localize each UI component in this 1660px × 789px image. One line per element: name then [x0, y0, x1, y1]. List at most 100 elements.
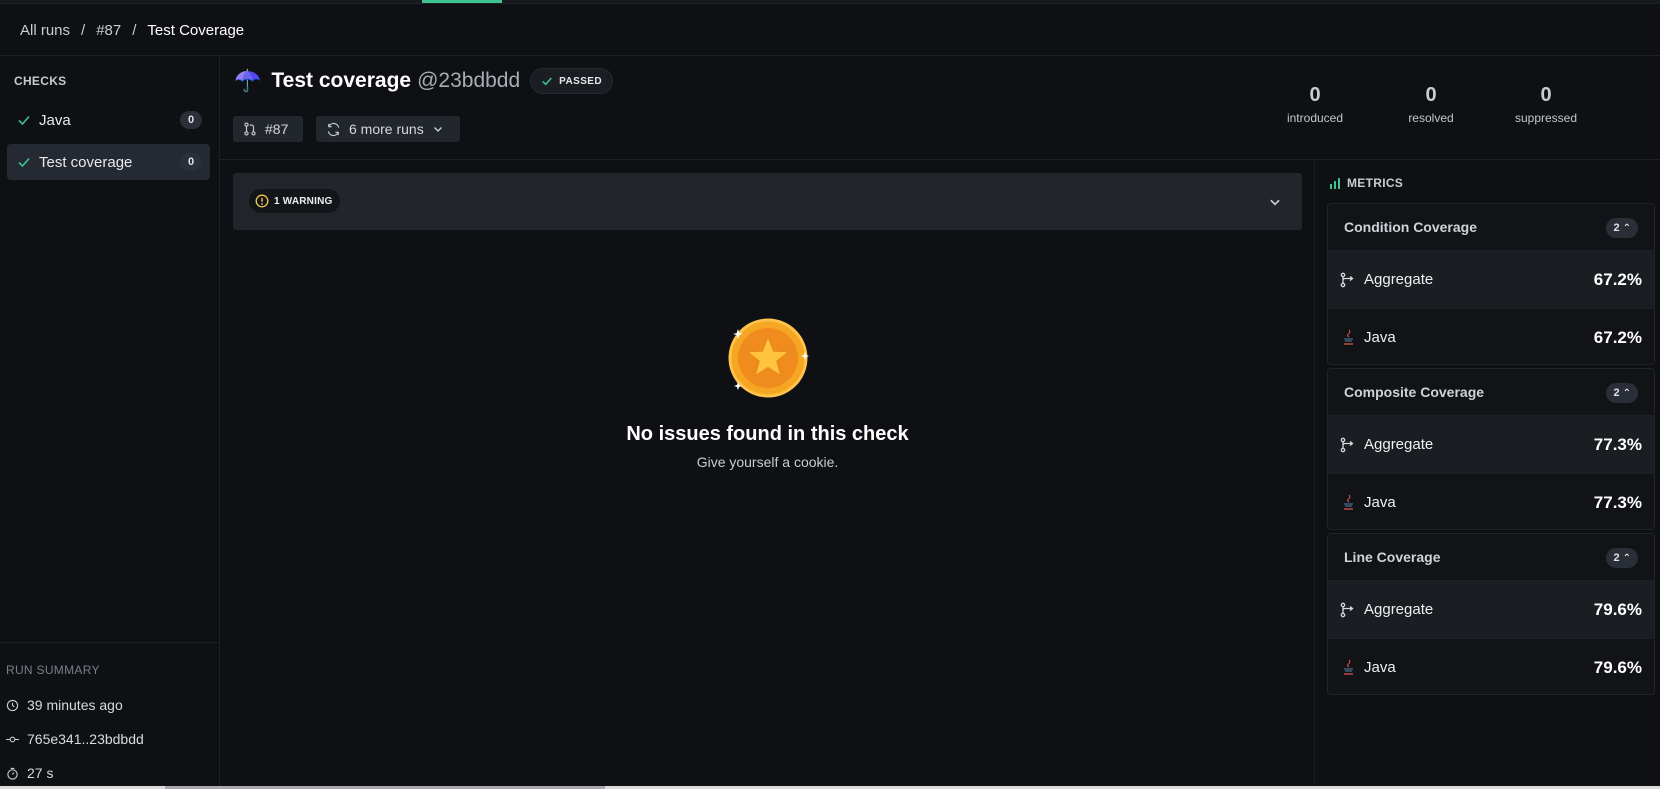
chevron-up-icon: ⌃	[1622, 387, 1631, 399]
stat-value: 0	[1309, 84, 1321, 106]
warning-label: 1 WARNING	[274, 195, 333, 207]
metric-group-name: Condition Coverage	[1344, 219, 1478, 235]
breadcrumb-current: Test Coverage	[147, 21, 245, 39]
stat-suppressed: 0 suppressed	[1491, 84, 1601, 125]
run-summary: RUN SUMMARY 39 minutes ago 765e341..23bd…	[0, 642, 219, 789]
java-logo-icon	[1344, 494, 1353, 510]
metric-group-count[interactable]: 2 ⌃	[1606, 383, 1638, 403]
pull-request-icon	[244, 122, 256, 136]
metric-row-java[interactable]: Java 67.2%	[1328, 308, 1654, 364]
check-count-badge: 0	[180, 153, 202, 171]
refresh-icon	[327, 122, 340, 136]
metric-value: 67.2%	[1593, 327, 1642, 347]
chevron-down-icon	[433, 127, 442, 132]
time-ago-text: 39 minutes ago	[27, 697, 123, 713]
more-runs-dropdown[interactable]: 6 more runs	[316, 116, 460, 142]
run-number: #87	[265, 121, 289, 137]
metric-label: Aggregate	[1364, 271, 1434, 288]
stat-resolved: 0 resolved	[1376, 84, 1486, 125]
stat-label: suppressed	[1514, 111, 1578, 125]
commit-sha[interactable]: @23bdbdd	[417, 69, 520, 93]
active-tab-indicator	[422, 0, 502, 3]
clock-icon	[6, 699, 19, 711]
java-logo-icon	[1344, 659, 1353, 675]
metric-group-count[interactable]: 2 ⌃	[1606, 548, 1638, 568]
branch-merge-icon	[1340, 602, 1354, 617]
check-icon	[18, 157, 30, 168]
check-icon	[18, 115, 30, 126]
metric-group-header[interactable]: Condition Coverage 2 ⌃	[1328, 204, 1654, 250]
metric-count-value: 2	[1613, 222, 1620, 234]
breadcrumb-run[interactable]: #87	[96, 22, 121, 39]
breadcrumb-all-runs[interactable]: All runs	[20, 22, 70, 39]
empty-state-subtext: Give yourself a cookie.	[696, 454, 839, 470]
chevron-up-icon: ⌃	[1622, 222, 1631, 234]
checks-sidebar: CHECKS Java 0 Test coverage 0 RUN SUMMAR…	[0, 56, 220, 786]
metric-group-name: Composite Coverage	[1344, 384, 1485, 400]
breadcrumb: All runs / #87 / Test Coverage	[20, 20, 244, 40]
metric-group-composite-coverage: Composite Coverage 2 ⌃ Aggregate 77.3% Ja…	[1327, 368, 1655, 530]
java-logo-icon	[1344, 329, 1353, 345]
metric-label: Java	[1364, 659, 1396, 676]
commit-icon	[6, 736, 19, 742]
check-label: Java	[39, 111, 71, 129]
run-number-chip[interactable]: #87	[233, 116, 303, 142]
stat-introduced: 0 introduced	[1260, 84, 1370, 125]
metrics-title-text: METRICS	[1347, 176, 1404, 190]
metric-row-aggregate[interactable]: Aggregate 67.2%	[1328, 250, 1654, 308]
metric-label: Aggregate	[1364, 436, 1434, 453]
status-badge: PASSED	[530, 68, 613, 94]
checks-title: CHECKS	[14, 74, 67, 88]
metrics-title: METRICS	[1329, 176, 1403, 190]
umbrella-icon: ☂️	[234, 68, 262, 93]
metric-row-aggregate[interactable]: Aggregate 77.3%	[1328, 415, 1654, 473]
warning-icon	[255, 194, 269, 208]
warnings-accordion[interactable]: 1 WARNING	[233, 173, 1302, 230]
metric-count-value: 2	[1613, 552, 1620, 564]
chevron-down-icon	[1270, 199, 1280, 206]
run-duration: 27 s	[6, 765, 53, 781]
run-commit-range[interactable]: 765e341..23bdbdd	[6, 731, 144, 747]
metric-group-condition-coverage: Condition Coverage 2 ⌃ Aggregate 67.2% Ja…	[1327, 203, 1655, 365]
check-header: ☂️ Test coverage @23bdbdd PASSED #87 6 m…	[220, 56, 1660, 160]
chevron-up-icon: ⌃	[1622, 552, 1631, 564]
metric-group-header[interactable]: Composite Coverage 2 ⌃	[1328, 369, 1654, 415]
metric-group-count[interactable]: 2 ⌃	[1606, 218, 1638, 238]
metric-count-value: 2	[1613, 387, 1620, 399]
check-title-row: ☂️ Test coverage @23bdbdd PASSED	[234, 68, 613, 94]
branch-merge-icon	[1340, 437, 1354, 452]
check-count-badge: 0	[180, 111, 202, 129]
stopwatch-icon	[7, 767, 18, 780]
bar-chart-icon	[1330, 178, 1340, 189]
stat-value: 0	[1540, 84, 1552, 106]
metric-group-name: Line Coverage	[1344, 549, 1441, 565]
empty-state: No issues found in this check Give yours…	[233, 315, 1302, 470]
stat-value: 0	[1425, 84, 1437, 106]
top-progress-line	[0, 0, 1660, 4]
metric-label: Java	[1364, 329, 1396, 346]
commit-range-text: 765e341..23bdbdd	[27, 731, 144, 747]
check-title: Test coverage	[271, 69, 412, 92]
metric-value: 77.3%	[1593, 492, 1642, 512]
breadcrumb-separator: /	[81, 21, 86, 39]
gold-star-coin-icon	[728, 318, 809, 398]
status-text: PASSED	[559, 75, 602, 87]
metric-group-line-coverage: Line Coverage 2 ⌃ Aggregate 79.6% Java 79…	[1327, 533, 1655, 695]
check-item-test-coverage[interactable]: Test coverage 0	[7, 144, 210, 180]
metric-value: 77.3%	[1593, 434, 1642, 454]
check-item-java[interactable]: Java 0	[7, 102, 210, 138]
breadcrumb-separator: /	[132, 21, 137, 39]
stat-label: resolved	[1408, 111, 1454, 125]
metric-value: 67.2%	[1593, 269, 1642, 289]
metric-row-aggregate[interactable]: Aggregate 79.6%	[1328, 580, 1654, 638]
metric-group-header[interactable]: Line Coverage 2 ⌃	[1328, 534, 1654, 580]
stat-label: introduced	[1286, 111, 1344, 125]
metric-row-java[interactable]: Java 79.6%	[1328, 638, 1654, 694]
run-time-ago: 39 minutes ago	[6, 697, 123, 713]
metric-label: Aggregate	[1364, 601, 1434, 618]
metric-row-java[interactable]: Java 77.3%	[1328, 473, 1654, 529]
metrics-panel: METRICS Condition Coverage 2 ⌃ Aggregate …	[1314, 160, 1660, 786]
metric-value: 79.6%	[1593, 599, 1642, 619]
metric-value: 79.6%	[1593, 657, 1642, 677]
check-icon	[542, 77, 553, 86]
